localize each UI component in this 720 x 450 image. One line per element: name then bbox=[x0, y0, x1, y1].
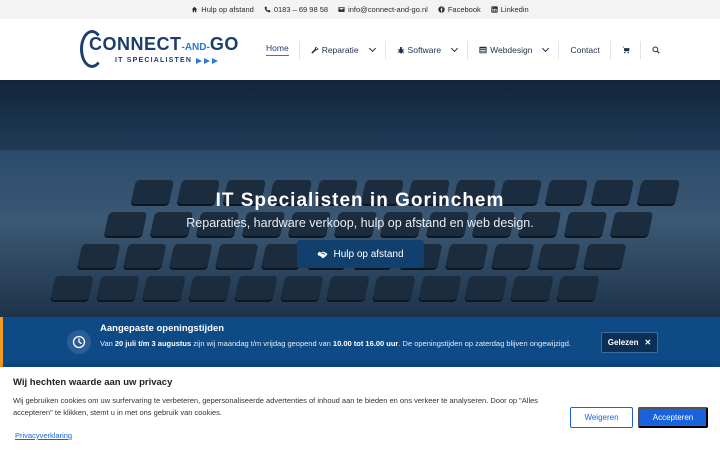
notice-text-part: zijn wij maandag t/m vrijdag geopend van bbox=[191, 339, 333, 348]
chevron-down-icon bbox=[542, 44, 550, 52]
site-header: CONNECT-AND-GO IT SPECIALISTEN Home Repa… bbox=[0, 19, 720, 80]
logo-word-go: GO bbox=[209, 34, 239, 54]
hero-subtitle: Reparaties, hardware verkoop, hulp op af… bbox=[186, 216, 534, 230]
logo-word-and: -AND- bbox=[181, 42, 210, 53]
nav-software[interactable]: Software bbox=[386, 39, 469, 61]
notice-date-range: 20 juli t/m 3 augustus bbox=[114, 339, 192, 348]
logo-tagline-text: IT SPECIALISTEN bbox=[115, 57, 193, 64]
nav-contact[interactable]: Contact bbox=[559, 39, 612, 61]
nav-reparatie-label: Reparatie bbox=[321, 44, 359, 55]
linkedin-icon bbox=[491, 6, 498, 13]
notice-text-part: . De openingstijden op zaterdag blijven … bbox=[398, 339, 571, 348]
cookie-consent-banner: Wij hechten waarde aan uw privacy Wij ge… bbox=[0, 367, 720, 450]
reject-cookies-button[interactable]: Weigeren bbox=[570, 407, 633, 428]
home-icon bbox=[191, 6, 198, 13]
bug-icon bbox=[397, 46, 404, 53]
nav-webdesign[interactable]: Webdesign bbox=[468, 39, 560, 61]
logo-tagline: IT SPECIALISTEN bbox=[115, 57, 219, 64]
notice-title: Aangepaste openingstijden bbox=[100, 323, 225, 334]
topbar-linkedin-link[interactable]: Linkedin bbox=[491, 5, 529, 14]
notice-text-part: Van bbox=[100, 339, 115, 348]
notice-hours: 10.00 tot 16.00 uur bbox=[332, 339, 399, 348]
clock-icon bbox=[67, 330, 91, 354]
nav-home[interactable]: Home bbox=[255, 39, 300, 61]
nav-home-label: Home bbox=[266, 43, 289, 56]
topbar-email-link[interactable]: info@connect-and-go.nl bbox=[338, 5, 428, 14]
topbar-remote-help-link[interactable]: Hulp op afstand bbox=[191, 5, 254, 14]
topbar-email-label: info@connect-and-go.nl bbox=[348, 5, 428, 14]
window-icon bbox=[479, 46, 487, 53]
logo-wordmark: CONNECT-AND-GO bbox=[89, 34, 239, 55]
nav-reparatie[interactable]: Reparatie bbox=[300, 39, 386, 61]
facebook-icon bbox=[438, 6, 445, 13]
notice-message: Van 20 juli t/m 3 augustus zijn wij maan… bbox=[100, 338, 590, 350]
accept-cookies-button[interactable]: Accepteren bbox=[638, 407, 708, 428]
envelope-icon bbox=[338, 7, 345, 12]
chevron-down-icon bbox=[451, 44, 459, 52]
opening-hours-notice: Aangepaste openingstijden Van 20 juli t/… bbox=[0, 317, 720, 367]
main-navigation: Home Reparatie Software Webdesign Contac… bbox=[255, 19, 671, 80]
notice-dismiss-label: Gelezen bbox=[607, 338, 639, 347]
nav-contact-label: Contact bbox=[570, 44, 600, 55]
logo-word-connect: CONNECT bbox=[89, 34, 182, 54]
nav-cart[interactable] bbox=[611, 39, 641, 61]
chevron-down-icon bbox=[368, 44, 376, 52]
shopping-cart-icon bbox=[622, 46, 630, 53]
logo-arrows-icon bbox=[196, 57, 219, 64]
top-contact-bar: Hulp op afstand 0183 – 69 98 58 info@con… bbox=[0, 0, 720, 19]
nav-webdesign-label: Webdesign bbox=[490, 44, 533, 55]
topbar-phone-link[interactable]: 0183 – 69 98 58 bbox=[264, 5, 328, 14]
phone-icon bbox=[264, 6, 271, 13]
nav-search[interactable] bbox=[641, 39, 671, 61]
hero-title: IT Specialisten in Gorinchem bbox=[215, 190, 505, 211]
notice-dismiss-button[interactable]: Gelezen ✕ bbox=[601, 332, 658, 353]
topbar-facebook-link[interactable]: Facebook bbox=[438, 5, 481, 14]
hero-banner: IT Specialisten in Gorinchem Reparaties,… bbox=[0, 80, 720, 317]
remote-help-button-label: Hulp op afstand bbox=[333, 248, 404, 260]
nav-software-label: Software bbox=[407, 44, 442, 55]
site-logo[interactable]: CONNECT-AND-GO IT SPECIALISTEN bbox=[80, 29, 240, 71]
topbar-phone-label: 0183 – 69 98 58 bbox=[273, 5, 329, 14]
search-icon bbox=[652, 45, 660, 54]
laptop-screen-background bbox=[0, 80, 720, 150]
wrench-icon bbox=[311, 46, 318, 54]
topbar-facebook-label: Facebook bbox=[447, 5, 481, 14]
privacy-statement-link[interactable]: Privacyverklaring bbox=[15, 431, 72, 440]
close-icon: ✕ bbox=[644, 338, 652, 347]
topbar-linkedin-label: Linkedin bbox=[500, 5, 529, 14]
handshake-icon bbox=[317, 251, 329, 258]
topbar-remote-help-label: Hulp op afstand bbox=[201, 5, 254, 14]
cookie-title: Wij hechten waarde aan uw privacy bbox=[13, 377, 173, 388]
remote-help-button[interactable]: Hulp op afstand bbox=[297, 240, 424, 268]
cookie-description: Wij gebruiken cookies om uw surfervaring… bbox=[13, 396, 539, 417]
